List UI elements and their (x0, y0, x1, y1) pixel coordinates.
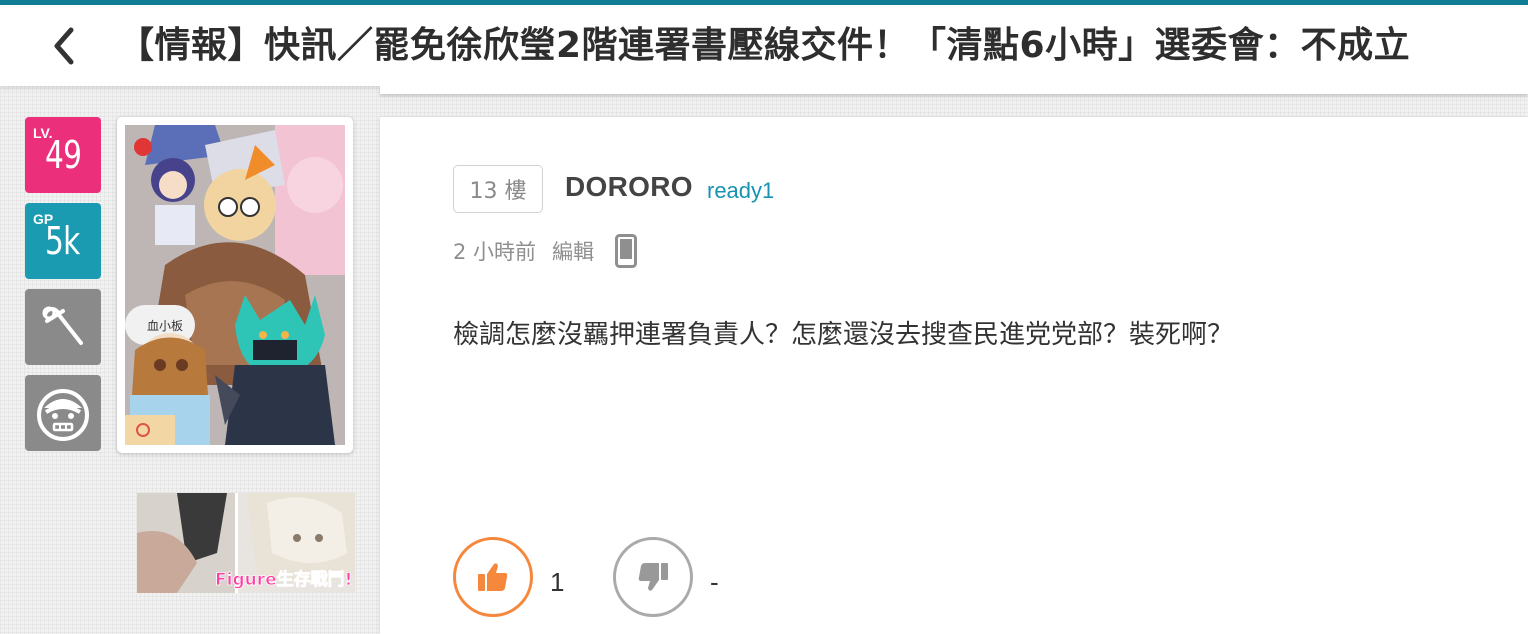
wrench-icon (42, 306, 83, 345)
panel-ledge (380, 86, 1528, 94)
like-button[interactable] (453, 537, 533, 617)
back-button[interactable] (40, 21, 88, 71)
level-value: 49 (45, 133, 82, 177)
post-body: 檢調怎麼沒羈押連署負責人？怎麼還沒去搜查民進党党部？裝死啊？ (453, 320, 1234, 350)
like-count: 1 (550, 567, 565, 597)
dislike-button[interactable] (613, 537, 693, 617)
thumbs-up-icon (478, 563, 508, 591)
tool-badge[interactable] (25, 289, 101, 365)
post-time: 2 小時前 (453, 240, 537, 264)
avatar-card[interactable]: 血小板 (117, 117, 353, 453)
userid-link[interactable]: ready1 (707, 178, 774, 204)
gp-badge: GP 5k (25, 203, 101, 279)
chevron-left-icon (54, 27, 74, 65)
dislike-count: - (710, 567, 719, 597)
face-badge[interactable] (25, 375, 101, 451)
edit-link[interactable]: 編輯 (552, 236, 594, 266)
ad-image: Figure生存戰鬥! (137, 493, 355, 593)
avatar-image: 血小板 (125, 125, 345, 445)
thumbs-down-icon (638, 563, 668, 591)
mobile-phone-icon (615, 234, 637, 268)
level-badge: LV. 49 (25, 117, 101, 193)
ad-text: Figure生存戰鬥! (215, 569, 352, 590)
page-title: 【情報】快訊／罷免徐欣瑩2階連署書壓線交件！「清點6小時」選委會：不成立 (118, 25, 1411, 66)
header-bar: 【情報】快訊／罷免徐欣瑩2階連署書壓線交件！「清點6小時」選委會：不成立 (0, 5, 1528, 86)
ad-banner[interactable]: Figure生存戰鬥! (137, 493, 355, 593)
floor-button[interactable]: 13 樓 (453, 165, 543, 213)
post-panel: 13 樓 DORORO ready1 2 小時前 編輯 檢調怎麼沒羈押連署負責人… (380, 117, 1528, 634)
svg-text:血小板: 血小板 (147, 319, 183, 333)
gp-value: 5k (45, 219, 80, 263)
username-link[interactable]: DORORO (565, 171, 693, 203)
monkey-face-icon (37, 389, 89, 441)
